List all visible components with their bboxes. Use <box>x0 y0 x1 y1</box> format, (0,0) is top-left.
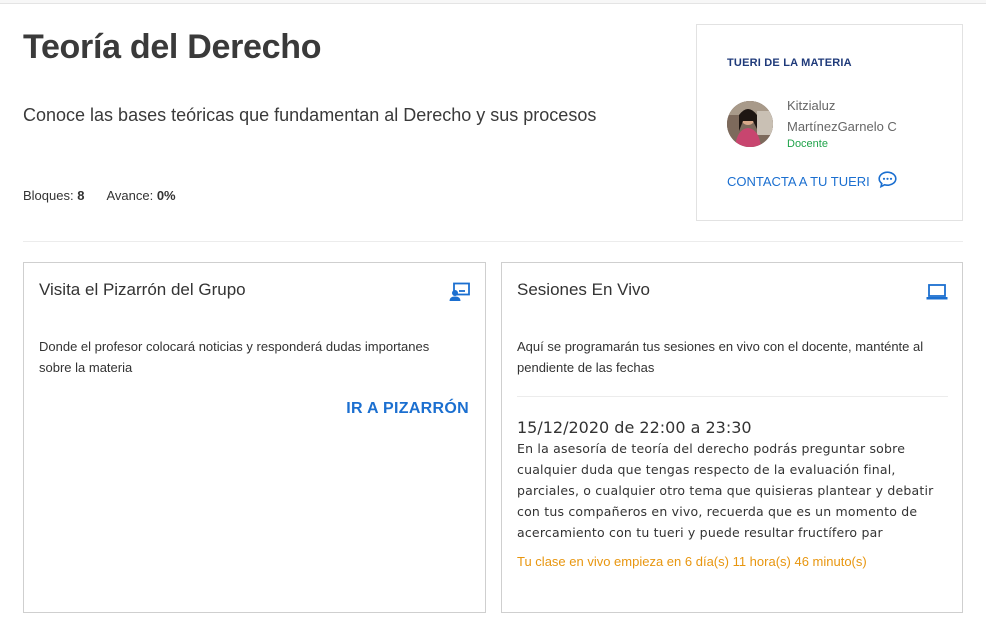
progress-stat: Avance: 0% <box>106 188 175 203</box>
tutor-first-name: Kitzialuz <box>787 98 836 113</box>
contact-tutor-link[interactable]: CONTACTA A TU TUERI <box>727 171 897 191</box>
session-description: En la asesoría de teoría del derecho pod… <box>517 441 934 540</box>
tutor-heading: TUERI DE LA MATERIA <box>727 57 852 69</box>
course-title: Teoría del Derecho <box>23 28 322 66</box>
section-divider <box>23 241 963 242</box>
progress-label: Avance: <box>106 188 154 203</box>
board-card-text: Donde el profesor colocará noticias y re… <box>39 339 430 375</box>
contact-tutor-label: CONTACTA A TU TUERI <box>727 173 870 189</box>
progress-value: 0% <box>156 188 176 203</box>
board-user-icon <box>449 282 471 302</box>
live-sessions-title: Sesiones En Vivo <box>517 280 650 299</box>
blocks-label: Bloques: <box>23 188 74 203</box>
laptop-icon <box>926 282 948 302</box>
tutor-card: TUERI DE LA MATERIA Kitzialuz MartínezGa… <box>696 24 963 221</box>
course-stats: Bloques: 8 Avance: 0% <box>23 188 176 203</box>
go-to-board-link[interactable]: IR A PIZARRÓN <box>346 400 469 418</box>
board-card: Visita el Pizarrón del Grupo Donde el pr… <box>23 262 486 613</box>
live-sessions-card: Sesiones En Vivo Aquí se programarán tus… <box>501 262 963 613</box>
tutor-last-name: MartínezGarnelo C <box>787 119 897 134</box>
course-description: Conoce las bases teóricas que fundamenta… <box>23 105 597 125</box>
top-border <box>0 0 986 4</box>
session-date: 15/12/2020 de 22:00 a 23:30 <box>517 418 752 437</box>
avatar <box>727 101 773 147</box>
session-countdown: Tu clase en vivo empieza en 6 día(s) 11 … <box>517 554 867 569</box>
blocks-stat: Bloques: 8 <box>23 188 84 203</box>
blocks-value: 8 <box>77 188 85 203</box>
session-divider <box>517 396 948 397</box>
live-sessions-text: Aquí se programarán tus sesiones en vivo… <box>517 339 924 375</box>
chat-bubble-icon <box>878 171 897 191</box>
tutor-role: Docente <box>787 138 828 150</box>
tutor-name: Kitzialuz MartínezGarnelo C <box>787 95 957 137</box>
board-card-title: Visita el Pizarrón del Grupo <box>39 280 246 299</box>
